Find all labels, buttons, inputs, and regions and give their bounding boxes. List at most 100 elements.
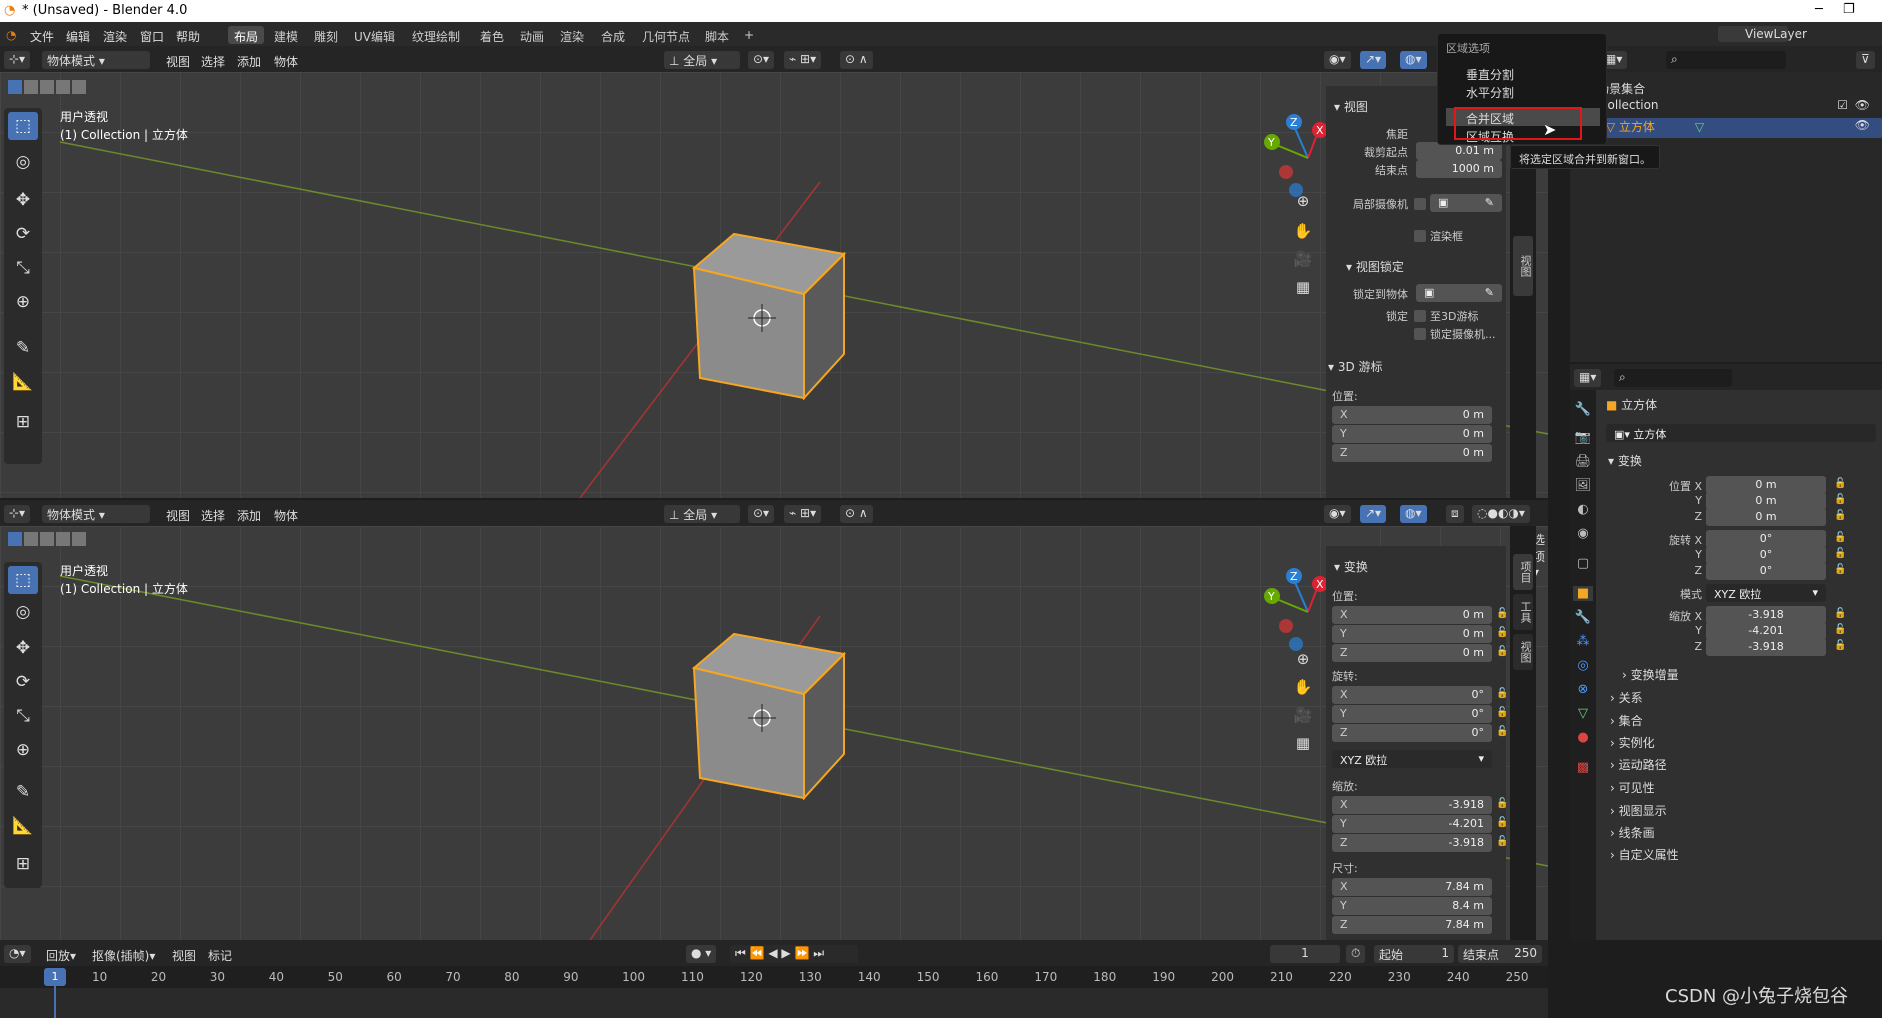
horizontal-split-item[interactable]: 水平分割 (1446, 82, 1600, 100)
transform-section-title[interactable]: ▾ 变换 (1334, 558, 1368, 575)
cursor-tool-icon[interactable]: ◎ (8, 598, 38, 626)
minimize-button[interactable]: ─ (1815, 2, 1823, 17)
keying-menu[interactable]: 抠像(插帧)▾ (92, 947, 155, 964)
tab-shading[interactable]: 着色 (474, 26, 510, 44)
lock-icon[interactable]: 🔓 (1834, 532, 1846, 543)
menu-edit[interactable]: 编辑 (66, 28, 90, 45)
object-name-field[interactable]: ▣▾ 立方体 (1606, 424, 1876, 442)
editor-type-button[interactable]: ⊹▾ (4, 505, 31, 523)
scale-z-field[interactable]: Z -3.918 (1332, 834, 1492, 852)
section-viewport-display[interactable]: › 视图显示 (1610, 802, 1667, 819)
lock-object-field[interactable]: ▣ ✎ (1416, 284, 1502, 302)
rotation-mode-dropdown[interactable]: XYZ 欧拉 ▾ (1706, 584, 1826, 602)
record-icon[interactable]: ● ▾ (686, 945, 717, 963)
annotate-tool-icon[interactable]: ✎ (8, 334, 38, 362)
lock-camera-checkbox[interactable] (1414, 328, 1426, 340)
rotation-z-field[interactable]: Z 0° (1332, 724, 1492, 742)
menu-help[interactable]: 帮助 (176, 28, 200, 45)
ortho-grid-icon[interactable]: ▦ (1290, 730, 1316, 756)
rotate-tool-icon[interactable]: ⟳ (8, 668, 38, 696)
zoom-icon[interactable]: ⊕ (1290, 646, 1316, 672)
section-line-art[interactable]: › 线条画 (1610, 824, 1655, 841)
ortho-grid-icon[interactable]: ▦ (1290, 274, 1316, 300)
checkbox-icon[interactable]: ☑ (1837, 98, 1848, 112)
texture-tab-icon[interactable]: ▩ (1573, 760, 1593, 775)
add-cube-tool-icon[interactable]: ⊞ (8, 850, 38, 878)
cube-object[interactable] (684, 228, 848, 400)
transform-tool-icon[interactable]: ⊕ (8, 288, 38, 316)
view-lock-title[interactable]: ▾ 视图锁定 (1346, 258, 1404, 275)
scene-tab-icon[interactable]: ◐ (1573, 502, 1593, 517)
tab-texture-paint[interactable]: 纹理绘制 (406, 26, 466, 44)
playback-controls[interactable]: ⏮ ⏪ ◀ ▶ ⏩ ⏭ (730, 945, 858, 963)
cursor-x-field[interactable]: X 0 m (1332, 406, 1492, 424)
timeline[interactable]: ◔▾ 回放▾ 抠像(插帧)▾ 视图 标记 ● ▾ ⏮ ⏪ ◀ ▶ ⏩ ⏭ 1 ⏱… (0, 940, 1548, 1018)
outliner-object-row[interactable]: ▸ ▽ 立方体▽👁 (1570, 118, 1882, 138)
snap-icon[interactable]: ⌁ ⊞▾ (784, 51, 822, 69)
cursor-section-title[interactable]: ▾ 3D 游标 (1328, 358, 1383, 375)
location-z-field[interactable]: Z 0 m (1332, 644, 1492, 662)
camera-icon[interactable]: 🎥 (1290, 246, 1316, 272)
section-relations[interactable]: › 关系 (1610, 689, 1643, 706)
tab-compositing[interactable]: 合成 (595, 26, 631, 44)
tab-item[interactable]: 项目 (1513, 554, 1533, 590)
lock-icon[interactable]: 🔓 (1834, 548, 1846, 559)
select-box-tool-icon[interactable]: ⬚ (8, 566, 38, 594)
properties-search[interactable]: ⌕ (1614, 369, 1732, 387)
selection-mode-icons[interactable] (8, 80, 98, 96)
mode-dropdown[interactable]: 物体模式 ▾ (42, 505, 150, 523)
view-section-title[interactable]: ▾ 视图 (1334, 98, 1368, 115)
editor-type-button[interactable]: ▦▾ (1574, 369, 1602, 387)
editor-type-button[interactable]: ⊹▾ (4, 51, 31, 69)
modifier-tab-icon[interactable]: 🔧 (1573, 610, 1593, 625)
local-camera-field[interactable]: ▣ ✎ (1430, 194, 1502, 212)
lock-icon[interactable]: 🔓 (1834, 608, 1846, 619)
dimension-y-field[interactable]: Y 8.4 m (1332, 897, 1492, 915)
lock-icon[interactable]: 🔓 (1496, 688, 1508, 699)
dimension-z-field[interactable]: Z 7.84 m (1332, 916, 1492, 934)
menu-select[interactable]: 选择 (201, 53, 225, 70)
menu-select[interactable]: 选择 (201, 507, 225, 524)
lock-icon[interactable]: 🔓 (1834, 564, 1846, 575)
cursor-y-field[interactable]: Y 0 m (1332, 425, 1492, 443)
location-x-field[interactable]: X 0 m (1332, 606, 1492, 624)
transform-section-title[interactable]: ▾ 变换 (1608, 452, 1642, 469)
tab-tool[interactable]: 工具 (1513, 594, 1533, 630)
orientation-dropdown[interactable]: ⊥ 全局 ▾ (664, 51, 740, 69)
tab-rendering[interactable]: 渲染 (554, 26, 590, 44)
playhead[interactable]: 1 (44, 968, 66, 986)
pan-icon[interactable]: ✋ (1290, 218, 1316, 244)
menu-view[interactable]: 视图 (166, 507, 190, 524)
data-tab-icon[interactable]: ▽ (1573, 706, 1593, 721)
scale-x-field[interactable]: X -3.918 (1332, 796, 1492, 814)
output-tab-icon[interactable]: 🖨 (1573, 454, 1593, 469)
menu-view[interactable]: 视图 (172, 947, 196, 964)
menu-file[interactable]: 文件 (30, 28, 54, 45)
viewport-top[interactable]: ⊹▾ 物体模式 ▾ 视图 选择 添加 物体 ⊥ 全局 ▾ ⊙▾ ⌁ ⊞▾ ⊙ ∧… (0, 46, 1548, 498)
menu-add[interactable]: 添加 (237, 53, 261, 70)
zoom-icon[interactable]: ⊕ (1290, 188, 1316, 214)
blender-menu-icon[interactable]: ◔ (6, 28, 16, 42)
move-tool-icon[interactable]: ✥ (8, 186, 38, 214)
tab-animation[interactable]: 动画 (514, 26, 550, 44)
section-collections[interactable]: › 集合 (1610, 712, 1643, 729)
render-region-checkbox[interactable] (1414, 230, 1426, 242)
section-custom-properties[interactable]: › 自定义属性 (1610, 846, 1679, 863)
overlay-toggle-icon[interactable]: ◍▾ (1400, 505, 1427, 523)
eye-icon[interactable]: 👁 (1855, 98, 1870, 112)
tool-tab-icon[interactable]: 🔧 (1573, 402, 1593, 417)
section-motion-paths[interactable]: › 运动路径 (1610, 756, 1667, 773)
particles-tab-icon[interactable]: ⁂ (1573, 634, 1593, 649)
rotation-y-field[interactable]: Y 0° (1332, 705, 1492, 723)
local-camera-checkbox[interactable] (1414, 198, 1426, 210)
start-frame-field[interactable]: 起始 1 (1374, 945, 1454, 963)
scale-tool-icon[interactable]: ⤡ (8, 702, 38, 730)
dimension-x-field[interactable]: X 7.84 m (1332, 878, 1492, 896)
stopwatch-icon[interactable]: ⏱ (1346, 945, 1366, 963)
lock-icon[interactable]: 🔓 (1496, 726, 1508, 737)
scale-tool-icon[interactable]: ⤡ (8, 254, 38, 282)
tab-view[interactable]: 视图 (1513, 236, 1533, 296)
rotation-x-field[interactable]: X 0° (1332, 686, 1492, 704)
lock-icon[interactable]: 🔓 (1496, 627, 1508, 638)
object-tab-icon[interactable]: ■ (1573, 586, 1593, 601)
